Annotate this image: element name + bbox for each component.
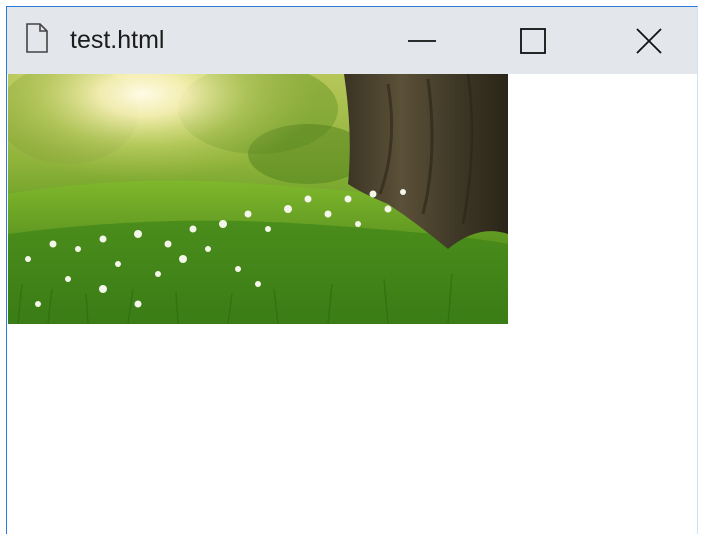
page-content: [7, 74, 697, 535]
window-title: test.html: [70, 26, 165, 54]
maximize-icon: [520, 27, 546, 54]
close-button[interactable]: [605, 7, 693, 74]
title-bar[interactable]: test.html: [7, 7, 697, 74]
document-icon: [26, 23, 48, 53]
meadow-photo: [8, 74, 508, 324]
close-icon: [636, 27, 662, 54]
minimize-button[interactable]: [378, 7, 466, 74]
browser-window: test.html: [6, 6, 698, 535]
maximize-button[interactable]: [489, 7, 577, 74]
minimize-icon: [408, 39, 436, 42]
